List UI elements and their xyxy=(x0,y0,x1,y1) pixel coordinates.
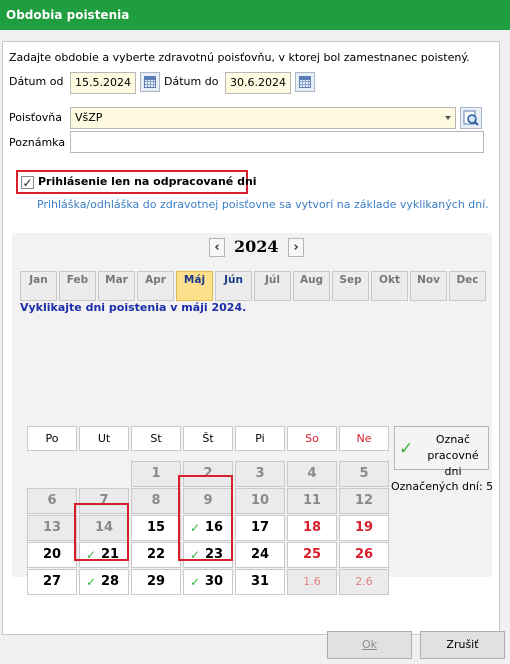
day-cell[interactable]: 24 xyxy=(235,542,285,568)
day-cell[interactable]: 31 xyxy=(235,569,285,595)
day-number: 28 xyxy=(100,574,120,589)
insurer-label: Poisťovňa xyxy=(9,111,63,124)
day-cell[interactable]: 19 xyxy=(339,515,389,541)
highlight-box-thursday xyxy=(178,475,233,561)
month-tab[interactable]: Okt xyxy=(371,271,408,301)
calendar-year: 2024 xyxy=(234,237,279,256)
day-cell[interactable]: 26 xyxy=(339,542,389,568)
check-icon: ✓ xyxy=(399,439,414,459)
calendar-instruction: Vyklikajte dni poistenia v máji 2024. xyxy=(20,301,247,314)
month-tab[interactable]: Máj xyxy=(176,271,213,301)
weekday-label: Ne xyxy=(339,426,389,451)
month-tab[interactable]: Mar xyxy=(98,271,135,301)
ok-button[interactable]: Ok xyxy=(327,631,412,659)
check-icon: ✓ xyxy=(86,575,97,589)
mark-workdays-button[interactable]: ✓ Označ pracovné dni xyxy=(394,426,489,478)
date-from-label: Dátum od xyxy=(9,75,64,88)
month-tab[interactable]: Jún xyxy=(215,271,252,301)
highlight-box-tuesday xyxy=(74,503,129,561)
check-icon: ✓ xyxy=(190,575,201,589)
day-cell[interactable]: 12 xyxy=(339,488,389,514)
day-cell[interactable]: 2.6 xyxy=(339,569,389,595)
note-label: Poznámka xyxy=(9,136,66,149)
date-to-input[interactable]: 30.6.2024 xyxy=(225,72,291,94)
weekday-label: Pi xyxy=(235,426,285,451)
weekday-label: So xyxy=(287,426,337,451)
day-cell-selected[interactable]: ✓ 28 xyxy=(79,569,129,595)
date-to-label: Dátum do xyxy=(164,75,219,88)
day-cell[interactable]: 3 xyxy=(235,461,285,487)
dialog-body: Zadajte obdobie a vyberte zdravotnú pois… xyxy=(0,30,510,664)
date-from-calendar-button[interactable] xyxy=(140,72,160,92)
calendar-icon xyxy=(144,76,156,88)
day-cell[interactable]: 15 xyxy=(131,515,181,541)
day-cell[interactable]: 6 xyxy=(27,488,77,514)
month-tab[interactable]: Apr xyxy=(137,271,174,301)
insurer-value: VšZP xyxy=(75,111,103,124)
calendar-icon xyxy=(299,76,311,88)
month-tab[interactable]: Feb xyxy=(59,271,96,301)
chevron-down-icon xyxy=(445,116,451,120)
day-number: 30 xyxy=(204,574,224,589)
weekday-label: Po xyxy=(27,426,77,451)
date-from-input[interactable]: 15.5.2024 xyxy=(70,72,136,94)
day-cell[interactable]: 13 xyxy=(27,515,77,541)
day-cell[interactable]: 8 xyxy=(131,488,181,514)
intro-text: Zadajte obdobie a vyberte zdravotnú pois… xyxy=(9,51,470,64)
worked-only-hint: Prihláška/odhláška do zdravotnej poisťov… xyxy=(37,198,489,211)
month-tab[interactable]: Júl xyxy=(254,271,291,301)
weekday-label: Ut xyxy=(79,426,129,451)
day-cell[interactable]: 25 xyxy=(287,542,337,568)
day-cell[interactable]: 18 xyxy=(287,515,337,541)
weekday-label: Št xyxy=(183,426,233,451)
note-input[interactable] xyxy=(70,131,484,153)
day-cell[interactable]: 4 xyxy=(287,461,337,487)
weekday-label: St xyxy=(131,426,181,451)
ok-label: Ok xyxy=(361,638,378,651)
day-cell[interactable]: 1 xyxy=(131,461,181,487)
cancel-button[interactable]: Zrušiť xyxy=(420,631,505,659)
day-cell[interactable]: 22 xyxy=(131,542,181,568)
day-cell[interactable]: 17 xyxy=(235,515,285,541)
month-tab[interactable]: Aug xyxy=(293,271,330,301)
insurer-select[interactable]: VšZP xyxy=(70,107,456,129)
day-cell[interactable]: 29 xyxy=(131,569,181,595)
marked-days-count: Označených dní: 5 xyxy=(391,480,494,493)
next-year-button[interactable]: › xyxy=(288,238,304,257)
day-cell[interactable]: 11 xyxy=(287,488,337,514)
insurer-search-button[interactable] xyxy=(460,107,482,129)
day-cell[interactable]: 20 xyxy=(27,542,77,568)
window-title: Obdobia poistenia xyxy=(0,0,510,30)
month-tab[interactable]: Sep xyxy=(332,271,369,301)
day-cell-selected[interactable]: ✓ 30 xyxy=(183,569,233,595)
month-tab[interactable]: Nov xyxy=(410,271,447,301)
search-icon xyxy=(463,110,479,126)
prev-year-button[interactable]: ‹ xyxy=(209,238,225,257)
worked-only-checkbox[interactable]: ✓ xyxy=(21,176,34,189)
day-cell[interactable]: 27 xyxy=(27,569,77,595)
check-icon: ✓ xyxy=(22,176,33,190)
mark-workdays-label: Označ pracovné dni xyxy=(427,433,479,478)
month-tab[interactable]: Dec xyxy=(449,271,486,301)
date-to-calendar-button[interactable] xyxy=(295,72,315,92)
month-tab[interactable]: Jan xyxy=(20,271,57,301)
day-cell[interactable]: 1.6 xyxy=(287,569,337,595)
day-cell[interactable]: 10 xyxy=(235,488,285,514)
worked-only-label[interactable]: Prihlásenie len na odpracované dni xyxy=(38,175,257,188)
day-cell[interactable]: 5 xyxy=(339,461,389,487)
